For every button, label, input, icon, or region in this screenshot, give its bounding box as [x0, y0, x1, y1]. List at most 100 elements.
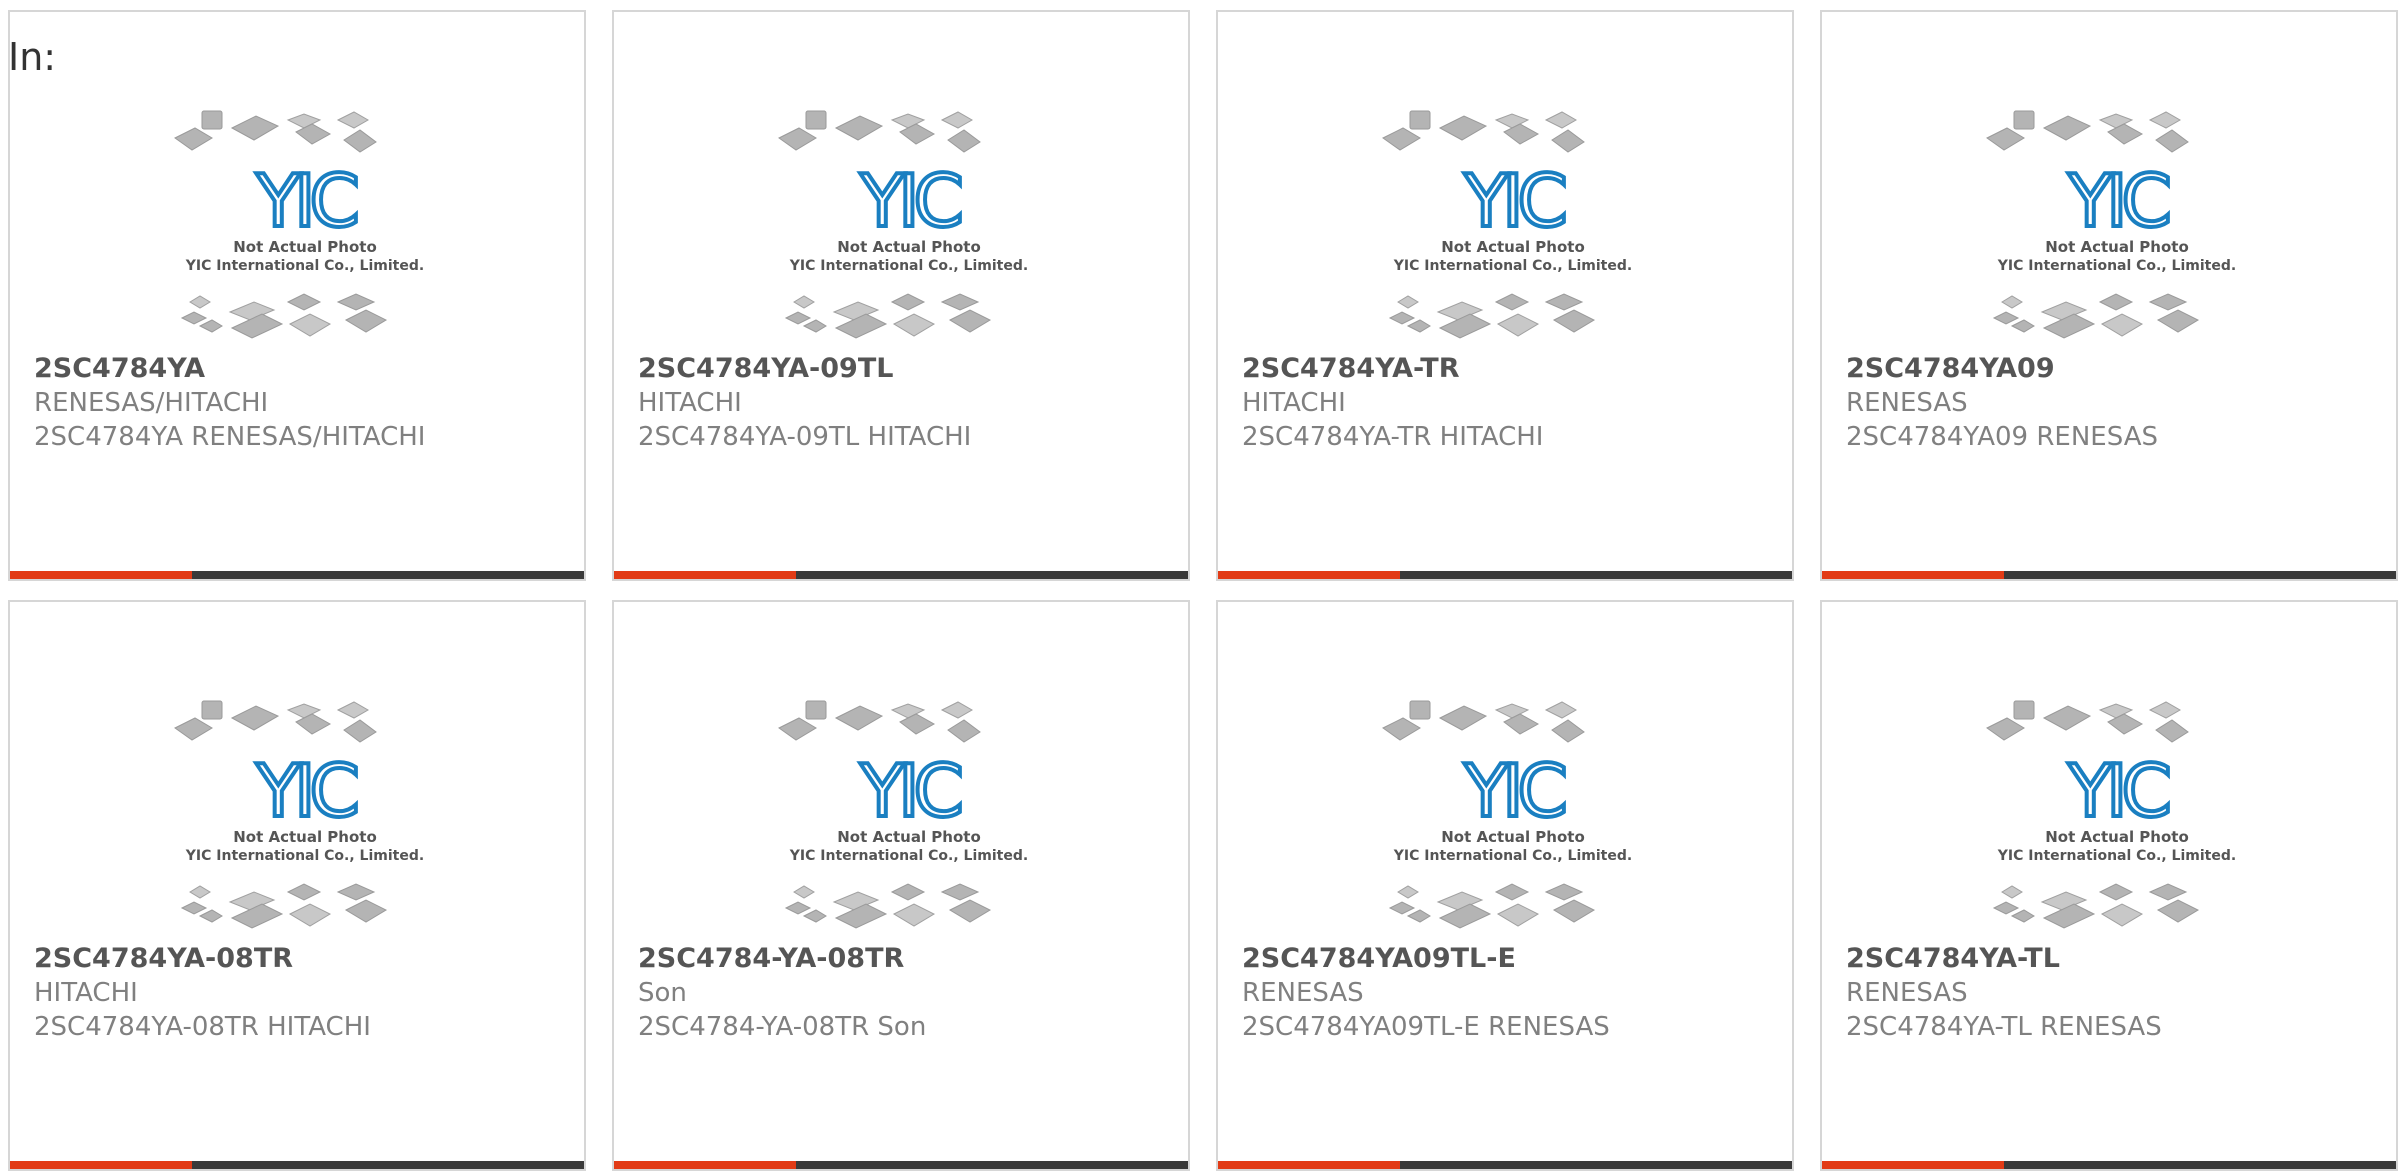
part-number-link[interactable]: 2SC4784YA-TL [1846, 942, 2386, 976]
product-placeholder-photo[interactable]: YIC Not Actual Photo YIC International Co.… [170, 696, 440, 946]
photo-caption-line1: Not Actual Photo [837, 238, 981, 256]
placeholder-graphic: YICNot Actual Photo YIC International Co.… [1382, 110, 1632, 339]
card-accent-bar [10, 571, 192, 579]
photo-caption-line1: Not Actual Photo [837, 828, 981, 846]
placeholder-graphic: YICNot Actual Photo YIC International Co.… [174, 700, 424, 929]
product-placeholder-photo[interactable]: YIC Not Actual Photo YIC International Co.… [1378, 696, 1648, 946]
chip-packages-icon [1388, 883, 1596, 929]
product-description: 2SC4784YA RENESAS/HITACHI [34, 422, 426, 452]
yic-logo-icon: YIC [1463, 749, 1564, 833]
chip-packages-icon [1992, 293, 2200, 339]
manufacturer: RENESAS [1846, 978, 1968, 1008]
product-placeholder-photo[interactable]: YIC Not Actual Photo YIC International Co.… [774, 696, 1044, 946]
card-accent-bar [1218, 1161, 1400, 1169]
manufacturer: HITACHI [34, 978, 138, 1008]
chip-packages-icon [1986, 700, 2189, 743]
chip-packages-icon [1382, 110, 1585, 153]
chip-packages-icon [1388, 293, 1596, 339]
product-description: 2SC4784YA-09TL HITACHI [638, 422, 972, 452]
product-info: 2SC4784-YA-08TR Son 2SC4784-YA-08TR Son [638, 942, 1178, 1044]
product-card[interactable]: YIC Not Actual Photo YIC International Co.… [1820, 600, 2398, 1171]
photo-caption-line2: YIC International Co., Limited. [1393, 848, 1632, 864]
part-number-link[interactable]: 2SC4784YA-09TL [638, 352, 1178, 386]
yic-logo-icon: YIC [255, 749, 356, 833]
part-number-link[interactable]: 2SC4784YA09TL-E [1242, 942, 1782, 976]
product-placeholder-photo[interactable]: YIC Not Actual Photo YIC International Co.… [1378, 106, 1648, 356]
photo-caption-line1: Not Actual Photo [1441, 828, 1585, 846]
product-placeholder-photo[interactable]: YIC Not Actual Photo YIC International Co.… [1982, 106, 2252, 356]
manufacturer: Son [638, 978, 687, 1008]
product-placeholder-photo[interactable]: YIC Not Actual Photo YIC International Co.… [170, 106, 440, 356]
placeholder-graphic: YICNot Actual Photo YIC International Co.… [174, 110, 424, 339]
photo-caption-line2: YIC International Co., Limited. [1997, 258, 2236, 274]
photo-caption-line1: Not Actual Photo [2045, 828, 2189, 846]
part-number-link[interactable]: 2SC4784-YA-08TR [638, 942, 1178, 976]
card-accent-bar [614, 1161, 796, 1169]
yic-logo-icon: YIC [859, 749, 960, 833]
card-accent-bar [1822, 1161, 2004, 1169]
chip-packages-icon [1382, 700, 1585, 743]
product-info: 2SC4784YA09 RENESAS 2SC4784YA09 RENESAS [1846, 352, 2386, 454]
product-info: 2SC4784YA09TL-E RENESAS 2SC4784YA09TL-E … [1242, 942, 1782, 1044]
product-card[interactable]: YIC Not Actual Photo YIC International Co.… [1820, 10, 2398, 581]
card-accent-bar [614, 571, 796, 579]
chip-packages-icon [778, 700, 981, 743]
placeholder-graphic: YICNot Actual Photo YIC International Co.… [778, 700, 1028, 929]
part-number-link[interactable]: 2SC4784YA [34, 352, 574, 386]
photo-caption-line1: Not Actual Photo [1441, 238, 1585, 256]
product-description: 2SC4784YA-08TR HITACHI [34, 1012, 371, 1042]
product-description: 2SC4784YA09 RENESAS [1846, 422, 2159, 452]
manufacturer: HITACHI [638, 388, 742, 418]
product-card[interactable]: YIC Not Actual Photo YIC International Co.… [612, 10, 1190, 581]
placeholder-graphic: YICNot Actual Photo YIC International Co.… [1986, 110, 2236, 339]
product-description: 2SC4784YA09TL-E RENESAS [1242, 1012, 1610, 1042]
placeholder-graphic: YICNot Actual Photo YIC International Co.… [778, 110, 1028, 339]
product-card[interactable]: YIC Not Actual Photo YIC International Co.… [1216, 10, 1794, 581]
product-info: 2SC4784YA-08TR HITACHI 2SC4784YA-08TR HI… [34, 942, 574, 1044]
chip-packages-icon [180, 293, 388, 339]
card-bottom-bar [614, 1161, 1188, 1169]
card-bottom-bar [10, 571, 584, 579]
product-placeholder-photo[interactable]: YIC Not Actual Photo YIC International Co.… [774, 106, 1044, 356]
card-bottom-bar [614, 571, 1188, 579]
photo-caption-line1: Not Actual Photo [233, 238, 377, 256]
yic-logo-icon: YIC [859, 159, 960, 243]
product-info: 2SC4784YA-TL RENESAS 2SC4784YA-TL RENESA… [1846, 942, 2386, 1044]
chip-packages-icon [1992, 883, 2200, 929]
chip-packages-icon [784, 883, 992, 929]
manufacturer: RENESAS [1242, 978, 1364, 1008]
part-number-link[interactable]: 2SC4784YA-08TR [34, 942, 574, 976]
card-accent-bar [10, 1161, 192, 1169]
part-number-link[interactable]: 2SC4784YA09 [1846, 352, 2386, 386]
product-card[interactable]: YIC Not Actual Photo YIC International Co.… [8, 10, 586, 581]
photo-caption-line1: Not Actual Photo [2045, 238, 2189, 256]
product-placeholder-photo[interactable]: YIC Not Actual Photo YIC International Co.… [1982, 696, 2252, 946]
product-info: 2SC4784YA-09TL HITACHI 2SC4784YA-09TL HI… [638, 352, 1178, 454]
card-bottom-bar [1218, 571, 1792, 579]
product-info: 2SC4784YA-TR HITACHI 2SC4784YA-TR HITACH… [1242, 352, 1782, 454]
product-card[interactable]: YIC Not Actual Photo YIC International Co.… [612, 600, 1190, 1171]
card-accent-bar [1218, 571, 1400, 579]
yic-logo-icon: YIC [255, 159, 356, 243]
manufacturer: RENESAS/HITACHI [34, 388, 269, 418]
photo-caption-line2: YIC International Co., Limited. [1393, 258, 1632, 274]
photo-caption-line2: YIC International Co., Limited. [789, 848, 1028, 864]
manufacturer: RENESAS [1846, 388, 1968, 418]
product-info: 2SC4784YA RENESAS/HITACHI 2SC4784YA RENE… [34, 352, 574, 454]
chip-packages-icon [174, 700, 377, 743]
product-card[interactable]: YIC Not Actual Photo YIC International Co.… [1216, 600, 1794, 1171]
photo-caption-line2: YIC International Co., Limited. [789, 258, 1028, 274]
chip-packages-icon [174, 110, 377, 153]
product-description: 2SC4784YA-TL RENESAS [1846, 1012, 2162, 1042]
card-bottom-bar [1218, 1161, 1792, 1169]
yic-logo-icon: YIC [2067, 159, 2168, 243]
card-bottom-bar [1822, 1161, 2396, 1169]
chip-packages-icon [778, 110, 981, 153]
card-bottom-bar [1822, 571, 2396, 579]
yic-logo-icon: YIC [1463, 159, 1564, 243]
part-number-link[interactable]: 2SC4784YA-TR [1242, 352, 1782, 386]
product-card[interactable]: YIC Not Actual Photo YIC International Co.… [8, 600, 586, 1171]
placeholder-graphic: YICNot Actual Photo YIC International Co.… [1382, 700, 1632, 929]
card-accent-bar [1822, 571, 2004, 579]
in-label: In: [8, 35, 57, 79]
